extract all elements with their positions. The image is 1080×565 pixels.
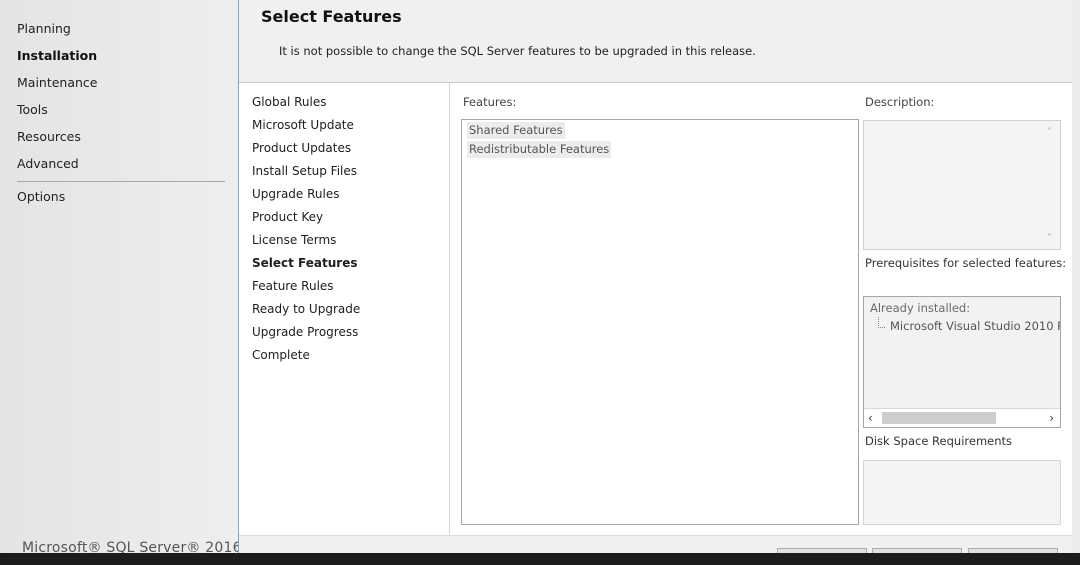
nav-item-resources[interactable]: Resources xyxy=(17,129,81,144)
left-navigation: Planning Installation Maintenance Tools … xyxy=(0,0,242,556)
prereq-group-already-installed: Already installed: xyxy=(870,301,971,315)
prereq-horizontal-scrollbar[interactable]: ‹ › xyxy=(864,408,1060,427)
desktop-background xyxy=(1072,0,1080,553)
scrollbar-thumb[interactable] xyxy=(882,412,996,424)
step-microsoft-update: Microsoft Update xyxy=(252,118,354,132)
nav-item-installation[interactable]: Installation xyxy=(17,48,97,63)
step-upgrade-progress: Upgrade Progress xyxy=(252,325,359,339)
step-product-updates: Product Updates xyxy=(252,141,352,155)
chevron-right-icon[interactable]: › xyxy=(1049,409,1054,427)
prerequisites-label: Prerequisites for selected features: xyxy=(865,256,1067,270)
description-label: Description: xyxy=(865,95,935,109)
nav-item-options[interactable]: Options xyxy=(17,189,65,204)
description-box: ˄ ˅ xyxy=(863,120,1061,250)
step-ready-to-upgrade: Ready to Upgrade xyxy=(252,302,361,316)
features-tree[interactable]: Shared Features Redistributable Features xyxy=(461,119,859,525)
page-title: Select Features xyxy=(261,7,402,26)
wizard-steps-list: Global Rules Microsoft Update Product Up… xyxy=(239,83,450,535)
nav-item-advanced[interactable]: Advanced xyxy=(17,156,79,171)
step-product-key: Product Key xyxy=(252,210,324,224)
chevron-left-icon[interactable]: ‹ xyxy=(868,409,873,427)
step-license-terms: License Terms xyxy=(252,233,337,247)
chevron-up-icon[interactable]: ˄ xyxy=(1047,127,1052,138)
prereq-item: Microsoft Visual Studio 2010 Re xyxy=(890,319,1061,333)
step-upgrade-rules: Upgrade Rules xyxy=(252,187,340,201)
disk-space-box xyxy=(863,460,1061,525)
nav-item-planning[interactable]: Planning xyxy=(17,21,71,36)
step-select-features: Select Features xyxy=(252,256,358,270)
nav-divider xyxy=(17,181,225,182)
screen-bottom-bar xyxy=(0,553,1080,565)
features-label: Features: xyxy=(463,95,517,109)
nav-item-maintenance[interactable]: Maintenance xyxy=(17,75,98,90)
step-feature-rules: Feature Rules xyxy=(252,279,334,293)
setup-wizard-window: Select Features It is not possible to ch… xyxy=(238,0,1073,555)
tree-item-shared-features[interactable]: Shared Features xyxy=(467,122,565,139)
step-global-rules: Global Rules xyxy=(252,95,327,109)
tree-connector xyxy=(878,317,885,328)
step-install-setup-files: Install Setup Files xyxy=(252,164,358,178)
description-scrollbar[interactable]: ˄ ˅ xyxy=(1044,121,1060,249)
page-subtitle: It is not possible to change the SQL Ser… xyxy=(279,44,756,58)
nav-item-tools[interactable]: Tools xyxy=(17,102,48,117)
chevron-down-icon[interactable]: ˅ xyxy=(1047,233,1052,244)
disk-space-label: Disk Space Requirements xyxy=(865,434,1013,448)
step-complete: Complete xyxy=(252,348,310,362)
tree-item-redistributable-features[interactable]: Redistributable Features xyxy=(467,141,612,158)
prerequisites-tree[interactable]: Already installed: Microsoft Visual Stud… xyxy=(863,296,1061,428)
wizard-header: Select Features It is not possible to ch… xyxy=(239,0,1073,83)
